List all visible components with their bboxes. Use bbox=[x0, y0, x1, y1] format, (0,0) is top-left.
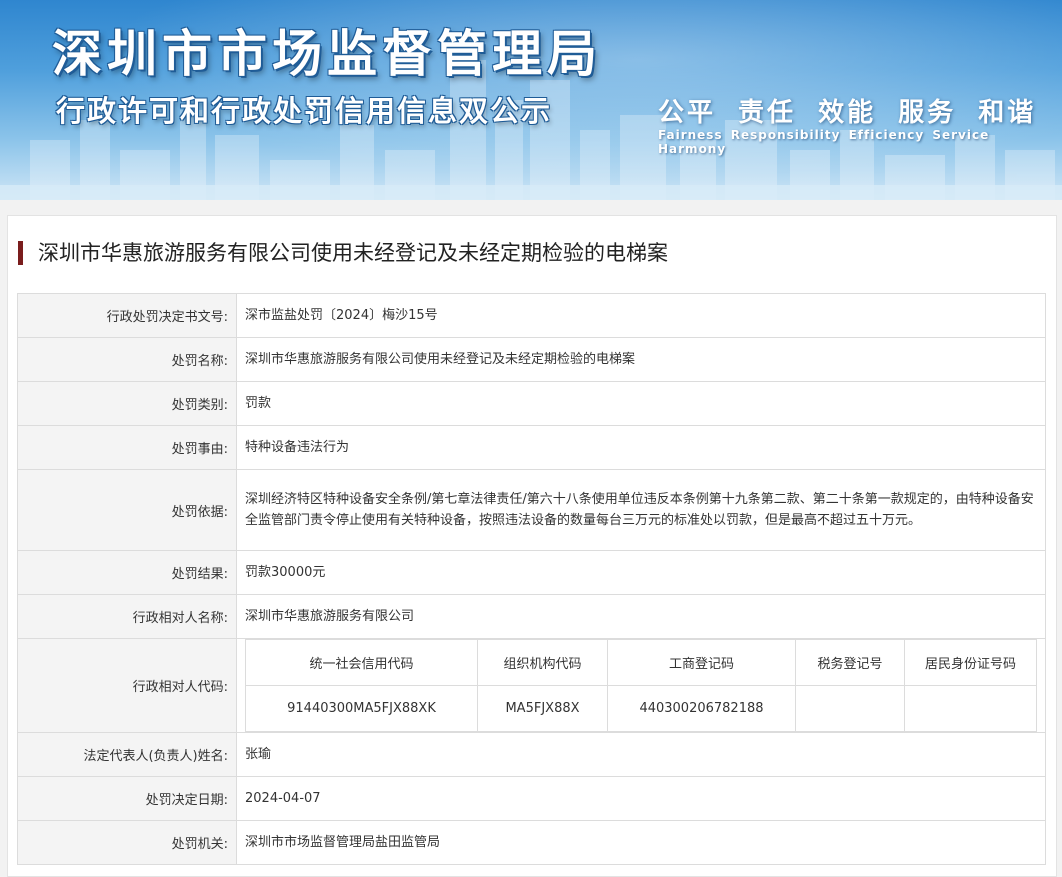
slogan-chinese: 公平 责任 效能 服务 和谐 bbox=[658, 98, 1037, 128]
table-row: 处罚依据: 深圳经济特区特种设备安全条例/第七章法律责任/第六十八条使用单位违反… bbox=[17, 469, 1046, 551]
tax-reg-value bbox=[795, 685, 905, 732]
header-banner: 深圳市市场监督管理局 行政许可和行政处罚信用信息双公示 公平 责任 效能 服务 … bbox=[0, 0, 1062, 200]
business-reg-value: 440300206782188 bbox=[607, 685, 796, 732]
row-value-penalty-result: 罚款30000元 bbox=[236, 550, 1046, 595]
id-number-value bbox=[904, 685, 1037, 732]
slogan-english: Fairness Responsibility Efficiency Servi… bbox=[658, 128, 990, 156]
table-row: 行政相对人代码: 统一社会信用代码 组织机构代码 工商登记码 税务登记号 居民身… bbox=[17, 638, 1046, 733]
row-label: 处罚决定日期: bbox=[17, 776, 237, 821]
table-row: 法定代表人(负责人)姓名: 张瑜 bbox=[17, 732, 1046, 777]
row-label: 法定代表人(负责人)姓名: bbox=[17, 732, 237, 777]
row-value-decision-number: 深市监盐处罚〔2024〕梅沙15号 bbox=[236, 293, 1046, 338]
row-value-penalty-basis: 深圳经济特区特种设备安全条例/第七章法律责任/第六十八条使用单位违反本条例第十九… bbox=[236, 469, 1046, 551]
agency-subtitle: 行政许可和行政处罚信用信息双公示 bbox=[56, 94, 553, 128]
row-label: 处罚类别: bbox=[17, 381, 237, 426]
row-label: 处罚名称: bbox=[17, 337, 237, 382]
row-value-decision-date: 2024-04-07 bbox=[236, 776, 1046, 821]
row-value-penalty-type: 罚款 bbox=[236, 381, 1046, 426]
agency-title: 深圳市市场监督管理局 bbox=[52, 25, 602, 83]
case-title-text: 深圳市华惠旅游服务有限公司使用未经登记及未经定期检验的电梯案 bbox=[38, 241, 668, 265]
row-value-authority: 深圳市市场监督管理局盐田监管局 bbox=[236, 820, 1046, 865]
row-value-party-name: 深圳市华惠旅游服务有限公司 bbox=[236, 594, 1046, 639]
party-codes-table: 统一社会信用代码 组织机构代码 工商登记码 税务登记号 居民身份证号码 9144… bbox=[245, 639, 1037, 732]
credit-code-value: 91440300MA5FJX88XK bbox=[245, 685, 478, 732]
table-row: 行政相对人名称: 深圳市华惠旅游服务有限公司 bbox=[17, 594, 1046, 639]
row-label: 行政处罚决定书文号: bbox=[17, 293, 237, 338]
case-title: 深圳市华惠旅游服务有限公司使用未经登记及未经定期检验的电梯案 bbox=[18, 240, 668, 266]
table-row: 处罚机关: 深圳市市场监督管理局盐田监管局 bbox=[17, 820, 1046, 865]
table-row: 处罚结果: 罚款30000元 bbox=[17, 550, 1046, 595]
table-row: 处罚名称: 深圳市华惠旅游服务有限公司使用未经登记及未经定期检验的电梯案 bbox=[17, 337, 1046, 382]
org-code-value: MA5FJX88X bbox=[477, 685, 608, 732]
codes-header: 税务登记号 bbox=[795, 639, 905, 686]
title-accent-bar bbox=[18, 241, 23, 265]
row-label: 行政相对人名称: bbox=[17, 594, 237, 639]
row-value-penalty-name: 深圳市华惠旅游服务有限公司使用未经登记及未经定期检验的电梯案 bbox=[236, 337, 1046, 382]
row-value-penalty-reason: 特种设备违法行为 bbox=[236, 425, 1046, 470]
table-row: 行政处罚决定书文号: 深市监盐处罚〔2024〕梅沙15号 bbox=[17, 293, 1046, 338]
row-label: 处罚机关: bbox=[17, 820, 237, 865]
row-label: 处罚事由: bbox=[17, 425, 237, 470]
codes-header: 组织机构代码 bbox=[477, 639, 608, 686]
case-info-table: 行政处罚决定书文号: 深市监盐处罚〔2024〕梅沙15号 处罚名称: 深圳市华惠… bbox=[17, 293, 1046, 865]
codes-header-row: 统一社会信用代码 组织机构代码 工商登记码 税务登记号 居民身份证号码 bbox=[245, 639, 1037, 686]
row-label: 行政相对人代码: bbox=[17, 638, 237, 733]
case-detail-panel: 深圳市华惠旅游服务有限公司使用未经登记及未经定期检验的电梯案 行政处罚决定书文号… bbox=[7, 215, 1057, 877]
party-codes-cell: 统一社会信用代码 组织机构代码 工商登记码 税务登记号 居民身份证号码 9144… bbox=[236, 638, 1046, 733]
table-row: 处罚事由: 特种设备违法行为 bbox=[17, 425, 1046, 470]
row-label: 处罚结果: bbox=[17, 550, 237, 595]
row-label: 处罚依据: bbox=[17, 469, 237, 551]
codes-value-row: 91440300MA5FJX88XK MA5FJX88X 44030020678… bbox=[245, 685, 1037, 732]
codes-header: 工商登记码 bbox=[607, 639, 796, 686]
codes-header: 统一社会信用代码 bbox=[245, 639, 478, 686]
table-row: 处罚决定日期: 2024-04-07 bbox=[17, 776, 1046, 821]
row-value-legal-rep: 张瑜 bbox=[236, 732, 1046, 777]
table-row: 处罚类别: 罚款 bbox=[17, 381, 1046, 426]
codes-header: 居民身份证号码 bbox=[904, 639, 1037, 686]
